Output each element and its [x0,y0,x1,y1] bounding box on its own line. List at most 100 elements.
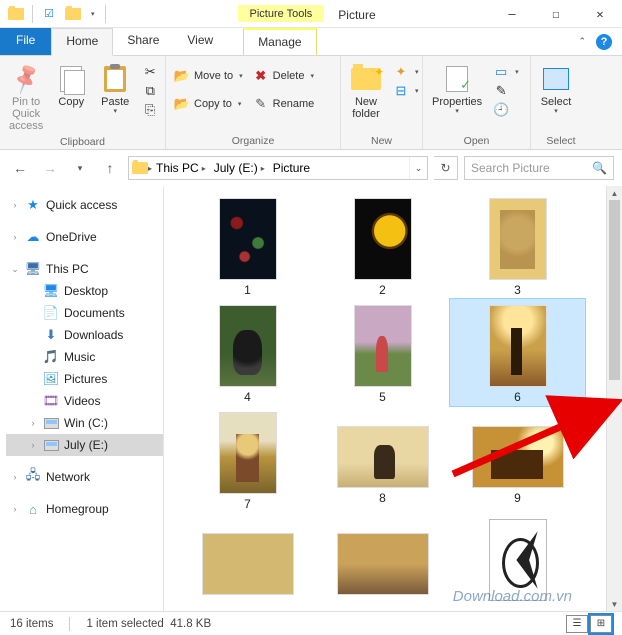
status-selection: 1 item selected 41.8 KB [86,618,211,630]
checkbox-icon[interactable]: ☑ [39,4,59,24]
file-thumbnail[interactable]: 9 [450,406,585,513]
tab-manage[interactable]: Manage [243,28,316,55]
pin-quick-access-button[interactable]: 📌 Pin to Quick access [4,61,48,134]
tree-pictures[interactable]: 🖼Pictures [6,368,163,390]
file-thumbnail[interactable] [315,513,450,606]
qat-dropdown[interactable]: ▾ [87,10,99,18]
breadcrumb-segment[interactable]: This PC▸ [152,161,210,175]
scroll-down-button[interactable]: ▼ [607,597,622,611]
content-pane[interactable]: 1 23 456 78 9 ▲ ▼ [164,186,622,611]
address-dropdown[interactable]: ⌄ [409,157,427,179]
file-thumbnail[interactable]: 2 [315,192,450,299]
thumbnails-view-button[interactable]: ⊞ [590,615,612,633]
file-thumbnail[interactable]: 3 [450,192,585,299]
tab-share[interactable]: Share [113,28,173,55]
drive-icon [43,415,59,431]
tree-downloads[interactable]: ⬇Downloads [6,324,163,346]
file-thumbnail[interactable] [180,513,315,606]
file-thumbnail[interactable]: 1 [180,192,315,299]
tree-drive-e[interactable]: ›July (E:) [6,434,163,456]
select-icon [540,63,572,95]
back-button[interactable]: ← [8,156,32,180]
address-bar[interactable]: ▸ This PC▸ July (E:)▸ Picture ⌄ [128,156,428,180]
file-thumbnail[interactable]: 6 [450,299,585,406]
tree-onedrive[interactable]: ›☁OneDrive [6,226,163,248]
quick-access-toolbar: ☑ ▾ [0,4,108,24]
easy-access-icon: ⊟ [393,83,409,99]
tree-documents[interactable]: 📄Documents [6,302,163,324]
paste-shortcut-button[interactable]: ⎘ [140,101,160,119]
forward-button[interactable]: → [38,156,62,180]
paste-button[interactable]: Paste ▾ [94,61,136,117]
folder-icon[interactable] [6,4,26,24]
scroll-thumb[interactable] [609,200,620,380]
details-view-button[interactable]: ☰ [566,615,588,633]
easy-access-button[interactable]: ⊟▾ [391,82,421,100]
tree-quick-access[interactable]: ›★Quick access [6,194,163,216]
file-thumbnail[interactable]: 8 [315,406,450,513]
maximize-button[interactable]: ☐ [534,0,578,28]
thumbnail-label: 9 [514,491,521,505]
scroll-up-button[interactable]: ▲ [607,186,622,200]
thumbnail-image [354,198,412,280]
new-item-button[interactable]: ✦▾ [391,63,421,81]
tree-music[interactable]: 🎵Music [6,346,163,368]
group-new-label: New [345,133,418,149]
refresh-button[interactable]: ↻ [434,156,458,180]
up-button[interactable]: ↑ [98,156,122,180]
breadcrumb-segment[interactable]: Picture [269,161,314,175]
file-thumbnail[interactable] [450,513,585,606]
properties-icon [441,63,473,95]
thumbnail-image [337,533,429,595]
edit-icon: ✎ [493,83,509,99]
close-button[interactable]: ✕ [578,0,622,28]
tree-network[interactable]: ›🖧Network [6,466,163,488]
help-button[interactable]: ? [596,34,612,50]
copy-path-button[interactable]: ⧉ [140,82,160,100]
group-select-label: Select [535,133,587,149]
homegroup-icon: ⌂ [25,501,41,517]
breadcrumb-segment[interactable]: July (E:)▸ [210,161,269,175]
cut-button[interactable]: ✂ [140,63,160,81]
tree-homegroup[interactable]: ›⌂Homegroup [6,498,163,520]
folder-icon[interactable] [63,4,83,24]
delete-button[interactable]: ✖Delete▾ [251,67,317,85]
copy-button[interactable]: Copy [50,61,92,110]
group-clipboard-label: Clipboard [4,134,161,150]
select-button[interactable]: Select ▾ [535,61,577,117]
thumbnail-image [489,519,547,601]
search-input[interactable]: Search Picture 🔍 [464,156,614,180]
navigation-tree: ›★Quick access ›☁OneDrive ⌄🖥This PC 🖥Des… [0,186,164,611]
thumbnail-grid: 1 23 456 78 9 [164,186,622,611]
tab-file[interactable]: File [0,28,51,55]
properties-button[interactable]: Properties ▾ [427,61,487,117]
file-thumbnail[interactable]: 7 [180,406,315,513]
open-button[interactable]: ▭▾ [491,63,521,81]
tree-videos[interactable]: 🎞Videos [6,390,163,412]
tree-desktop[interactable]: 🖥Desktop [6,280,163,302]
copy-to-button[interactable]: 📂Copy to▾ [172,95,245,113]
move-to-button[interactable]: 📂Move to▾ [172,67,245,85]
tab-view[interactable]: View [173,28,227,55]
recent-locations-button[interactable]: ▾ [68,156,92,180]
copy-path-icon: ⧉ [142,83,158,99]
tab-home[interactable]: Home [51,28,113,56]
vertical-scrollbar[interactable]: ▲ ▼ [606,186,622,611]
main-area: ›★Quick access ›☁OneDrive ⌄🖥This PC 🖥Des… [0,186,622,611]
edit-button[interactable]: ✎ [491,82,521,100]
rename-button[interactable]: ✎Rename [251,95,317,113]
thumbnail-label: 1 [244,283,251,297]
minimize-button[interactable]: — [490,0,534,28]
thumbnail-image [354,305,412,387]
history-button[interactable]: 🕘 [491,101,521,119]
collapse-ribbon-button[interactable]: ⌃ [578,36,586,47]
file-thumbnail[interactable]: 5 [315,299,450,406]
cloud-icon: ☁ [25,229,41,245]
tree-this-pc[interactable]: ⌄🖥This PC [6,258,163,280]
open-icon: ▭ [493,64,509,80]
tree-drive-c[interactable]: ›Win (C:) [6,412,163,434]
copy-icon [55,63,87,95]
file-thumbnail[interactable]: 4 [180,299,315,406]
new-folder-button[interactable]: New folder [345,61,387,122]
navigation-bar: ← → ▾ ↑ ▸ This PC▸ July (E:)▸ Picture ⌄ … [0,150,622,186]
